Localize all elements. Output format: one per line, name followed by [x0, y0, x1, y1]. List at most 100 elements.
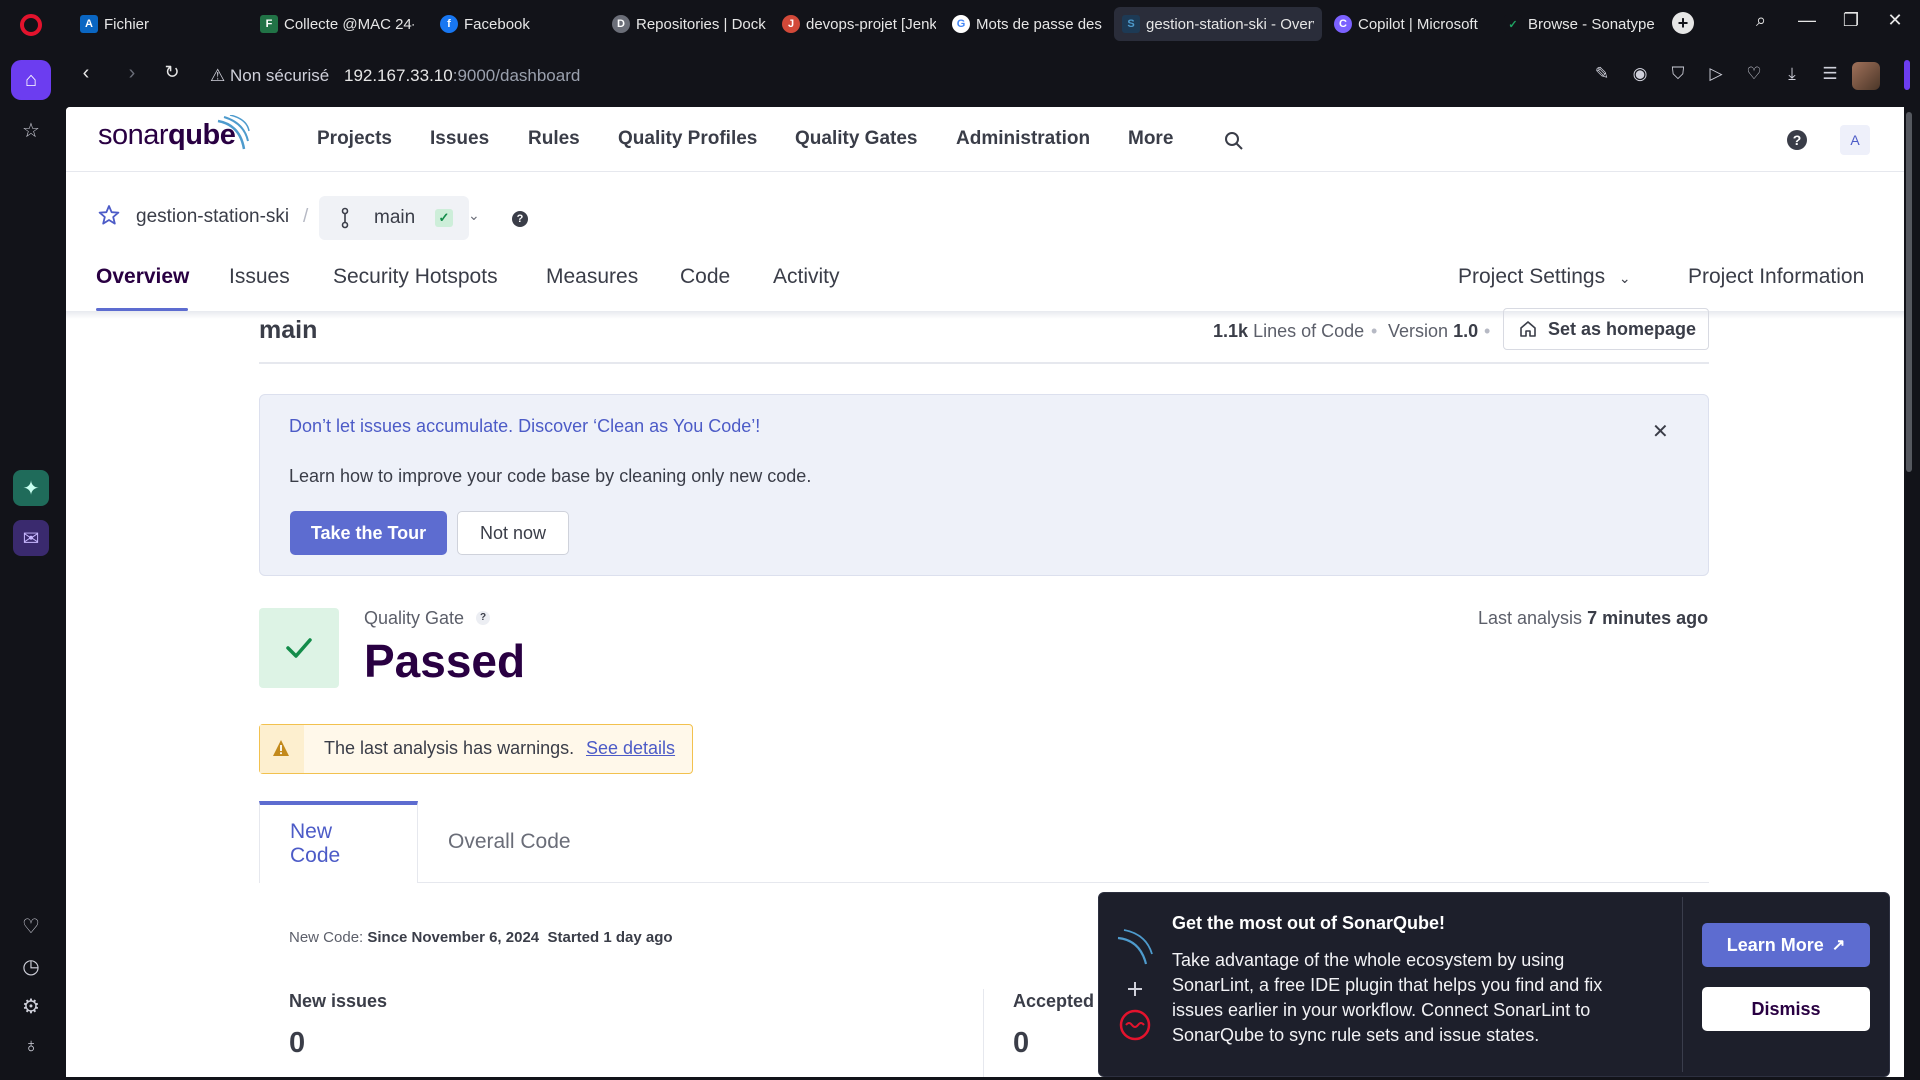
search-icon[interactable] [1224, 131, 1244, 151]
user-avatar[interactable]: A [1840, 125, 1870, 155]
branch-passed-check-icon: ✓ [435, 209, 453, 227]
nav-projects[interactable]: Projects [317, 128, 392, 150]
minimize-icon[interactable]: — [1792, 10, 1822, 31]
heart-outline-icon[interactable]: ♡ [1742, 64, 1766, 84]
heart-icon[interactable]: ♡ [11, 906, 51, 946]
play-icon[interactable]: ▷ [1704, 64, 1728, 84]
nav-more[interactable]: More [1128, 128, 1173, 150]
metric-separator [983, 989, 984, 1077]
nav-rules[interactable]: Rules [528, 128, 580, 150]
sonarqube-waves-icon [217, 115, 250, 150]
reload-icon[interactable]: ↻ [158, 62, 186, 83]
messenger-icon[interactable]: ✉ [13, 520, 49, 556]
quality-gate-help-icon[interactable]: ? [476, 611, 490, 625]
learn-more-button[interactable]: Learn More ↗ [1702, 923, 1870, 967]
tabs-divider [609, 882, 1709, 883]
meta-separator: • [1371, 321, 1378, 341]
help-icon[interactable]: ? [1787, 130, 1807, 150]
restore-icon[interactable]: ❐ [1836, 10, 1866, 31]
forward-icon[interactable]: › [118, 62, 146, 85]
not-now-button[interactable]: Not now [457, 511, 569, 555]
branch-help-icon[interactable]: ? [512, 211, 528, 227]
see-details-link[interactable]: See details [586, 738, 675, 759]
metric-new-issues-label: New issues [289, 991, 388, 1011]
security-status[interactable]: ⚠ Non sécurisé [210, 66, 329, 86]
take-the-tour-button[interactable]: Take the Tour [290, 511, 447, 555]
easy-setup-icon[interactable]: ☰ [1818, 64, 1842, 84]
nav-issues[interactable]: Issues [430, 128, 489, 150]
sonarqube-icon: S [1122, 15, 1140, 33]
tab-new-code[interactable]: New Code [259, 801, 418, 883]
branch-title: main [259, 316, 318, 344]
check-icon [286, 638, 312, 658]
browser-tab[interactable]: G Mots de passe des a [944, 7, 1114, 41]
banner-text: Learn how to improve your code base by c… [289, 466, 812, 486]
browser-tab[interactable]: A Fichier [72, 7, 242, 41]
browser-tab[interactable]: ✓ Browse - Sonatype [1496, 7, 1666, 41]
browser-tab-bar: A Fichier F Collecte @MAC 24- f Facebook… [0, 0, 1920, 48]
nav-quality-profiles[interactable]: Quality Profiles [618, 128, 757, 150]
header-rule [259, 362, 1709, 364]
warning-icon [273, 740, 289, 756]
tab-code[interactable]: Code [680, 265, 730, 289]
camera-icon[interactable]: ◉ [1628, 64, 1652, 84]
quality-gate-label: Quality Gate [364, 608, 465, 628]
sidebar-edge-indicator [1904, 60, 1910, 90]
browser-sidebar: ⌂ ☆ ✦ ✉ ♡ ◷ ⚙ ♁ ⋯ [0, 48, 62, 1080]
meta-separator: • [1484, 321, 1491, 341]
shield-icon[interactable]: ⛉ [1666, 64, 1690, 84]
tab-activity[interactable]: Activity [773, 265, 840, 289]
close-icon[interactable]: ✕ [1652, 419, 1669, 444]
home-icon[interactable]: ⌂ [11, 60, 51, 100]
lightbulb-icon[interactable]: ♁ [11, 1026, 51, 1066]
opera-logo-icon[interactable] [20, 14, 42, 36]
project-information-link[interactable]: Project Information [1688, 265, 1864, 289]
back-icon[interactable]: ‹ [72, 62, 100, 85]
tab-overall-code[interactable]: Overall Code [418, 801, 609, 883]
banner-title[interactable]: Don’t let issues accumulate. Discover ‘C… [289, 416, 760, 437]
download-icon[interactable]: ⤓ [1780, 64, 1804, 84]
new-code-period: New Code: Since November 6, 2024 Started… [289, 929, 673, 946]
project-settings-menu[interactable]: Project Settings ⌄ [1458, 265, 1631, 289]
browser-tab-active[interactable]: S gestion-station-ski - Overv [1114, 7, 1322, 41]
browser-tab[interactable]: f Facebook [432, 7, 602, 41]
quality-gate-status-badge [259, 608, 339, 688]
nav-quality-gates[interactable]: Quality Gates [795, 128, 918, 150]
copilot-icon: C [1334, 15, 1352, 33]
speed-dial-star-icon[interactable]: ☆ [11, 110, 51, 150]
browser-tab[interactable]: D Repositories | Docke [604, 7, 774, 41]
tab-measures[interactable]: Measures [546, 265, 638, 289]
close-window-icon[interactable]: ✕ [1880, 10, 1910, 31]
search-tabs-icon[interactable]: ⌕ [1746, 10, 1776, 31]
metric-accepted-value[interactable]: 0 [1013, 1027, 1029, 1060]
favorite-star-icon[interactable] [98, 204, 120, 226]
project-name[interactable]: gestion-station-ski [136, 206, 289, 228]
browser-tab[interactable]: C Copilot | Microsoft [1326, 7, 1496, 41]
tab-overview[interactable]: Overview [96, 265, 189, 289]
url-field[interactable]: 192.167.33.10:9000/dashboard [344, 66, 580, 86]
tab-issues[interactable]: Issues [229, 265, 290, 289]
toast-divider [1682, 897, 1683, 1072]
page-scrollbar[interactable] [1906, 112, 1912, 472]
metric-new-issues-value[interactable]: 0 [289, 1027, 305, 1060]
tab-security-hotspots[interactable]: Security Hotspots [333, 265, 498, 289]
browser-tab[interactable]: F Collecte @MAC 24- [252, 7, 422, 41]
edit-icon[interactable]: ✎ [1590, 64, 1614, 84]
profile-avatar[interactable] [1852, 62, 1880, 90]
history-icon[interactable]: ◷ [11, 946, 51, 986]
sonarlint-illustration-icon [1117, 929, 1153, 1041]
browser-tab[interactable]: J devops-projet [Jenk [774, 7, 944, 41]
jenkins-icon: J [782, 15, 800, 33]
dismiss-button[interactable]: Dismiss [1702, 987, 1870, 1031]
new-tab-button[interactable]: + [1672, 12, 1694, 34]
google-icon: G [952, 15, 970, 33]
branch-name: main [374, 207, 416, 228]
more-dots-icon[interactable]: ⋯ [11, 1066, 51, 1080]
chatgpt-icon[interactable]: ✦ [13, 470, 49, 506]
settings-gear-icon[interactable]: ⚙ [11, 986, 51, 1026]
nav-administration[interactable]: Administration [956, 128, 1090, 150]
toast-title: Get the most out of SonarQube! [1172, 913, 1445, 933]
azure-icon: A [80, 15, 98, 33]
sonatype-icon: ✓ [1504, 15, 1522, 33]
chevron-down-icon[interactable]: ⌄ [468, 207, 480, 224]
